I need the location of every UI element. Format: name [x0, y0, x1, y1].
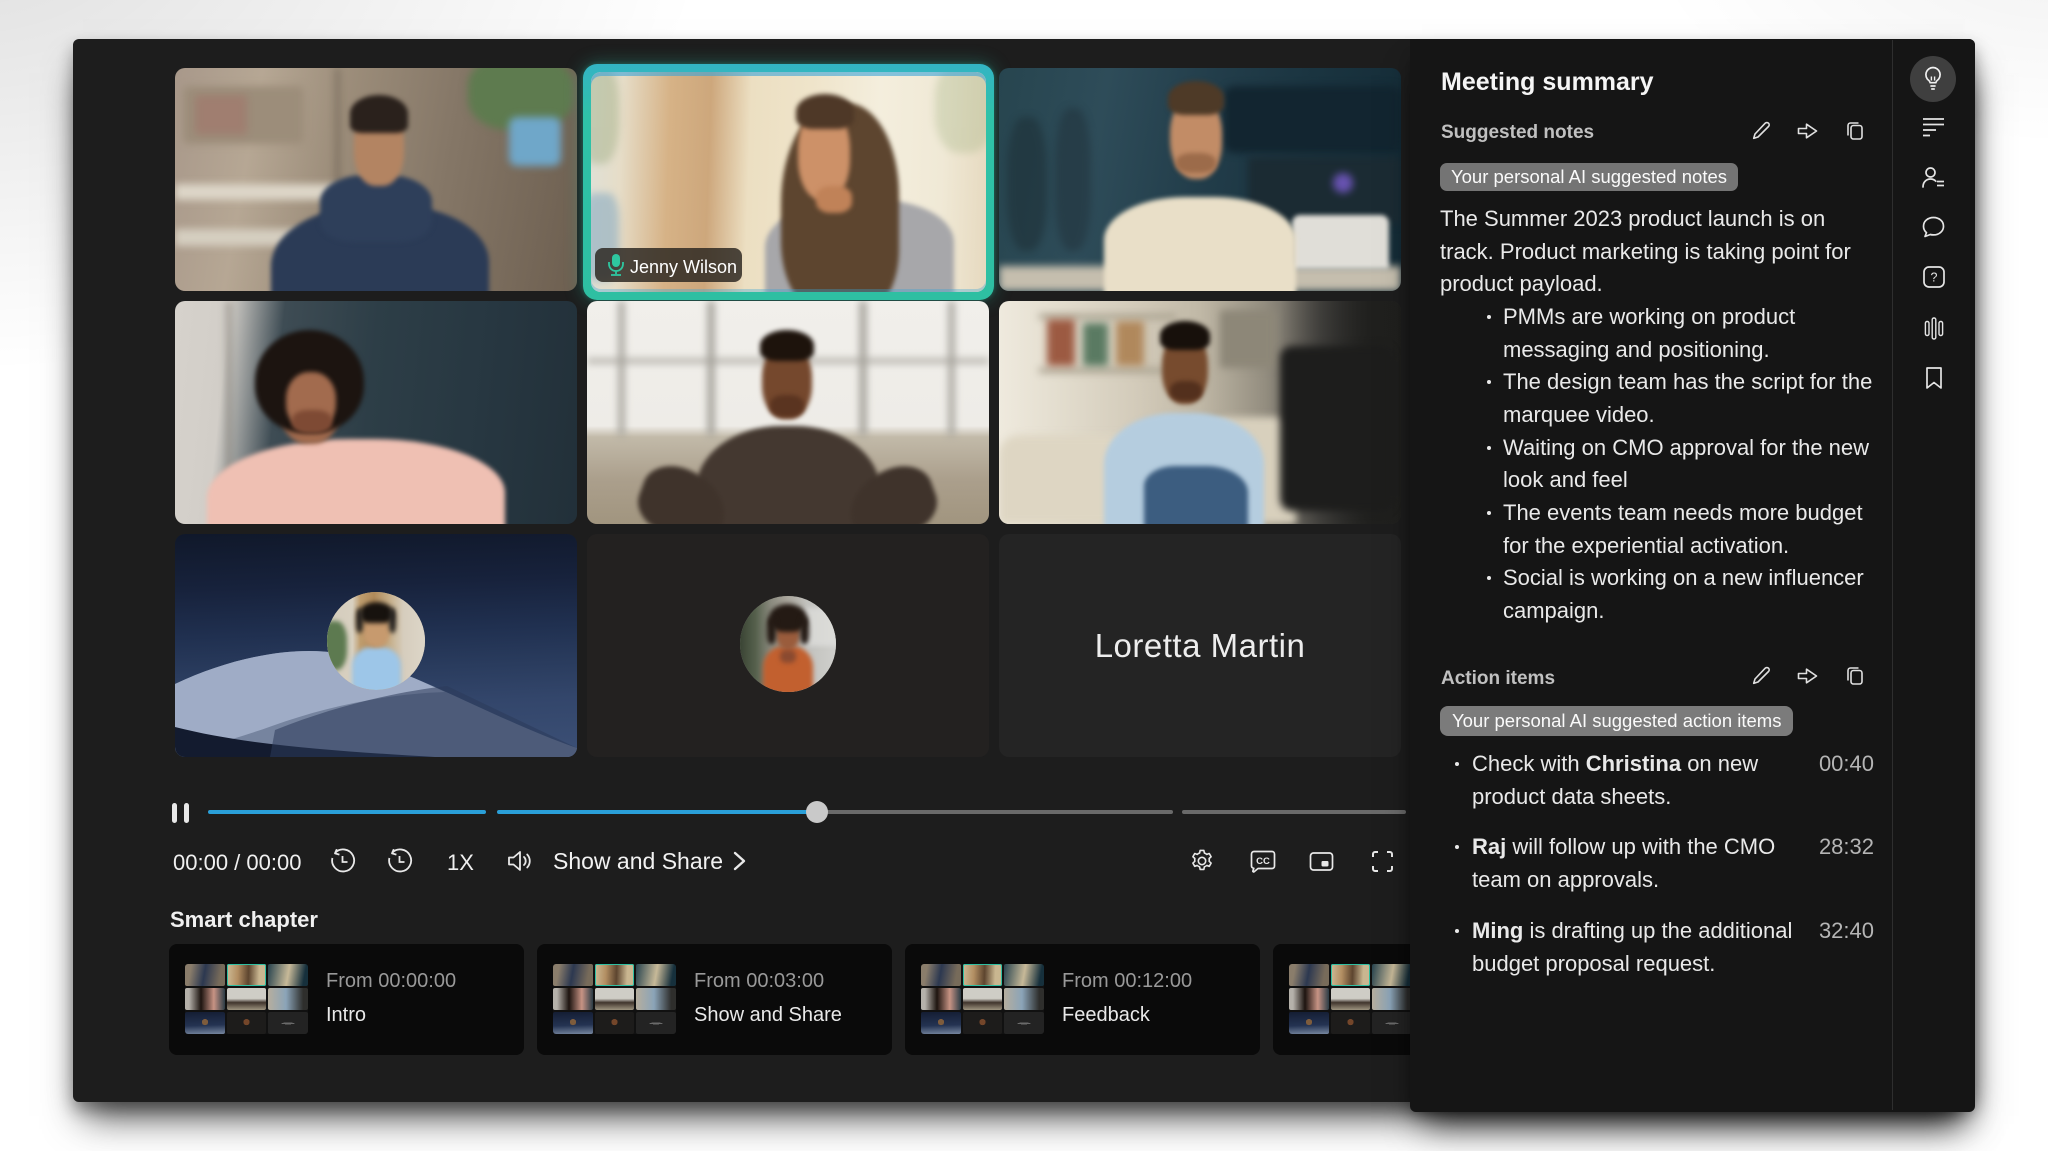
svg-text:?: ?: [1931, 271, 1938, 285]
svg-text:CC: CC: [1256, 856, 1270, 867]
